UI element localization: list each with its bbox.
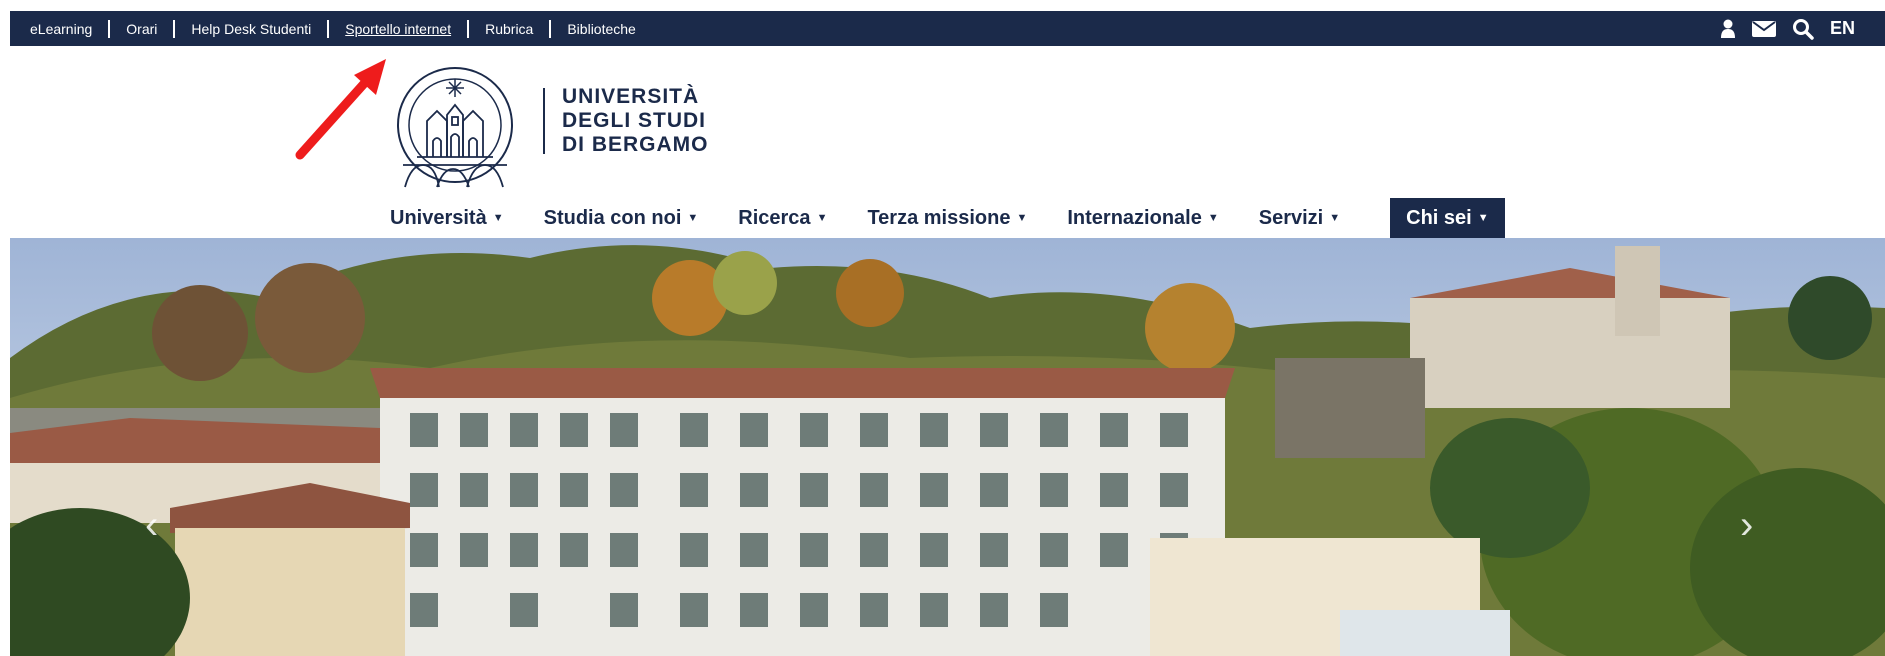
nav-label: Servizi — [1258, 206, 1324, 229]
university-name: UNIVERSITÀ DEGLI STUDI DI BERGAMO — [562, 85, 709, 157]
link-rubrica[interactable]: Rubrica — [469, 19, 552, 38]
link-biblioteche[interactable]: Biblioteche — [551, 20, 652, 38]
nav-item-universita[interactable]: Università ▼ — [390, 207, 504, 230]
nav-item-terza-missione[interactable]: Terza missione ▼ — [867, 207, 1027, 230]
annotation-arrow — [290, 55, 400, 170]
nav-item-internazionale[interactable]: Internazionale ▼ — [1067, 207, 1218, 230]
user-icon[interactable] — [1720, 19, 1736, 39]
logo-divider — [543, 88, 545, 154]
university-logo[interactable]: UNIVERSITÀ DEGLI STUDI DI BERGAMO — [387, 65, 727, 190]
link-sportello-internet[interactable]: Sportello internet — [329, 19, 470, 38]
link-help-desk[interactable]: Help Desk Studenti — [175, 19, 330, 38]
caret-down-icon: ▼ — [1329, 212, 1341, 224]
caret-down-icon: ▼ — [1207, 212, 1219, 224]
hero-image — [10, 238, 1885, 656]
chevron-left-icon[interactable]: ‹ — [145, 505, 158, 545]
caret-down-icon: ▼ — [816, 212, 828, 224]
link-orari[interactable]: Orari — [110, 19, 176, 38]
nav-label: Ricerca — [738, 206, 811, 229]
caret-down-icon: ▼ — [687, 212, 699, 224]
caret-down-icon: ▼ — [1016, 212, 1028, 224]
nav-label: Chi sei — [1406, 206, 1472, 229]
utility-links: eLearning Orari Help Desk Studenti Sport… — [30, 11, 652, 46]
nav-label: Internazionale — [1067, 206, 1202, 229]
hero-carousel — [10, 238, 1885, 656]
utility-tools: EN — [1720, 11, 1855, 46]
top-utility-bar: eLearning Orari Help Desk Studenti Sport… — [10, 11, 1885, 46]
nav-item-ricerca[interactable]: Ricerca ▼ — [738, 207, 827, 230]
language-switch[interactable]: EN — [1830, 18, 1855, 39]
nav-label: Terza missione — [867, 206, 1011, 229]
university-seal — [397, 67, 513, 188]
mail-icon[interactable] — [1751, 20, 1776, 38]
search-icon[interactable] — [1792, 18, 1814, 40]
caret-down-icon: ▼ — [1477, 212, 1489, 224]
university-name-line3: DI BERGAMO — [562, 133, 709, 156]
chevron-right-icon[interactable]: › — [1740, 505, 1753, 545]
main-nav: Università ▼ Studia con noi ▼ Ricerca ▼ Ter… — [390, 198, 1505, 238]
nav-label: Studia con noi — [543, 206, 682, 229]
nav-item-chi-sei[interactable]: Chi sei ▼ — [1390, 198, 1505, 238]
link-elearning[interactable]: eLearning — [30, 19, 111, 38]
university-name-line1: UNIVERSITÀ — [562, 85, 700, 108]
nav-item-studia-con-noi[interactable]: Studia con noi ▼ — [544, 207, 699, 230]
university-name-line2: DEGLI STUDI — [562, 109, 707, 132]
nav-item-servizi[interactable]: Servizi ▼ — [1259, 207, 1340, 230]
caret-down-icon: ▼ — [492, 212, 504, 224]
nav-label: Università — [390, 206, 487, 229]
